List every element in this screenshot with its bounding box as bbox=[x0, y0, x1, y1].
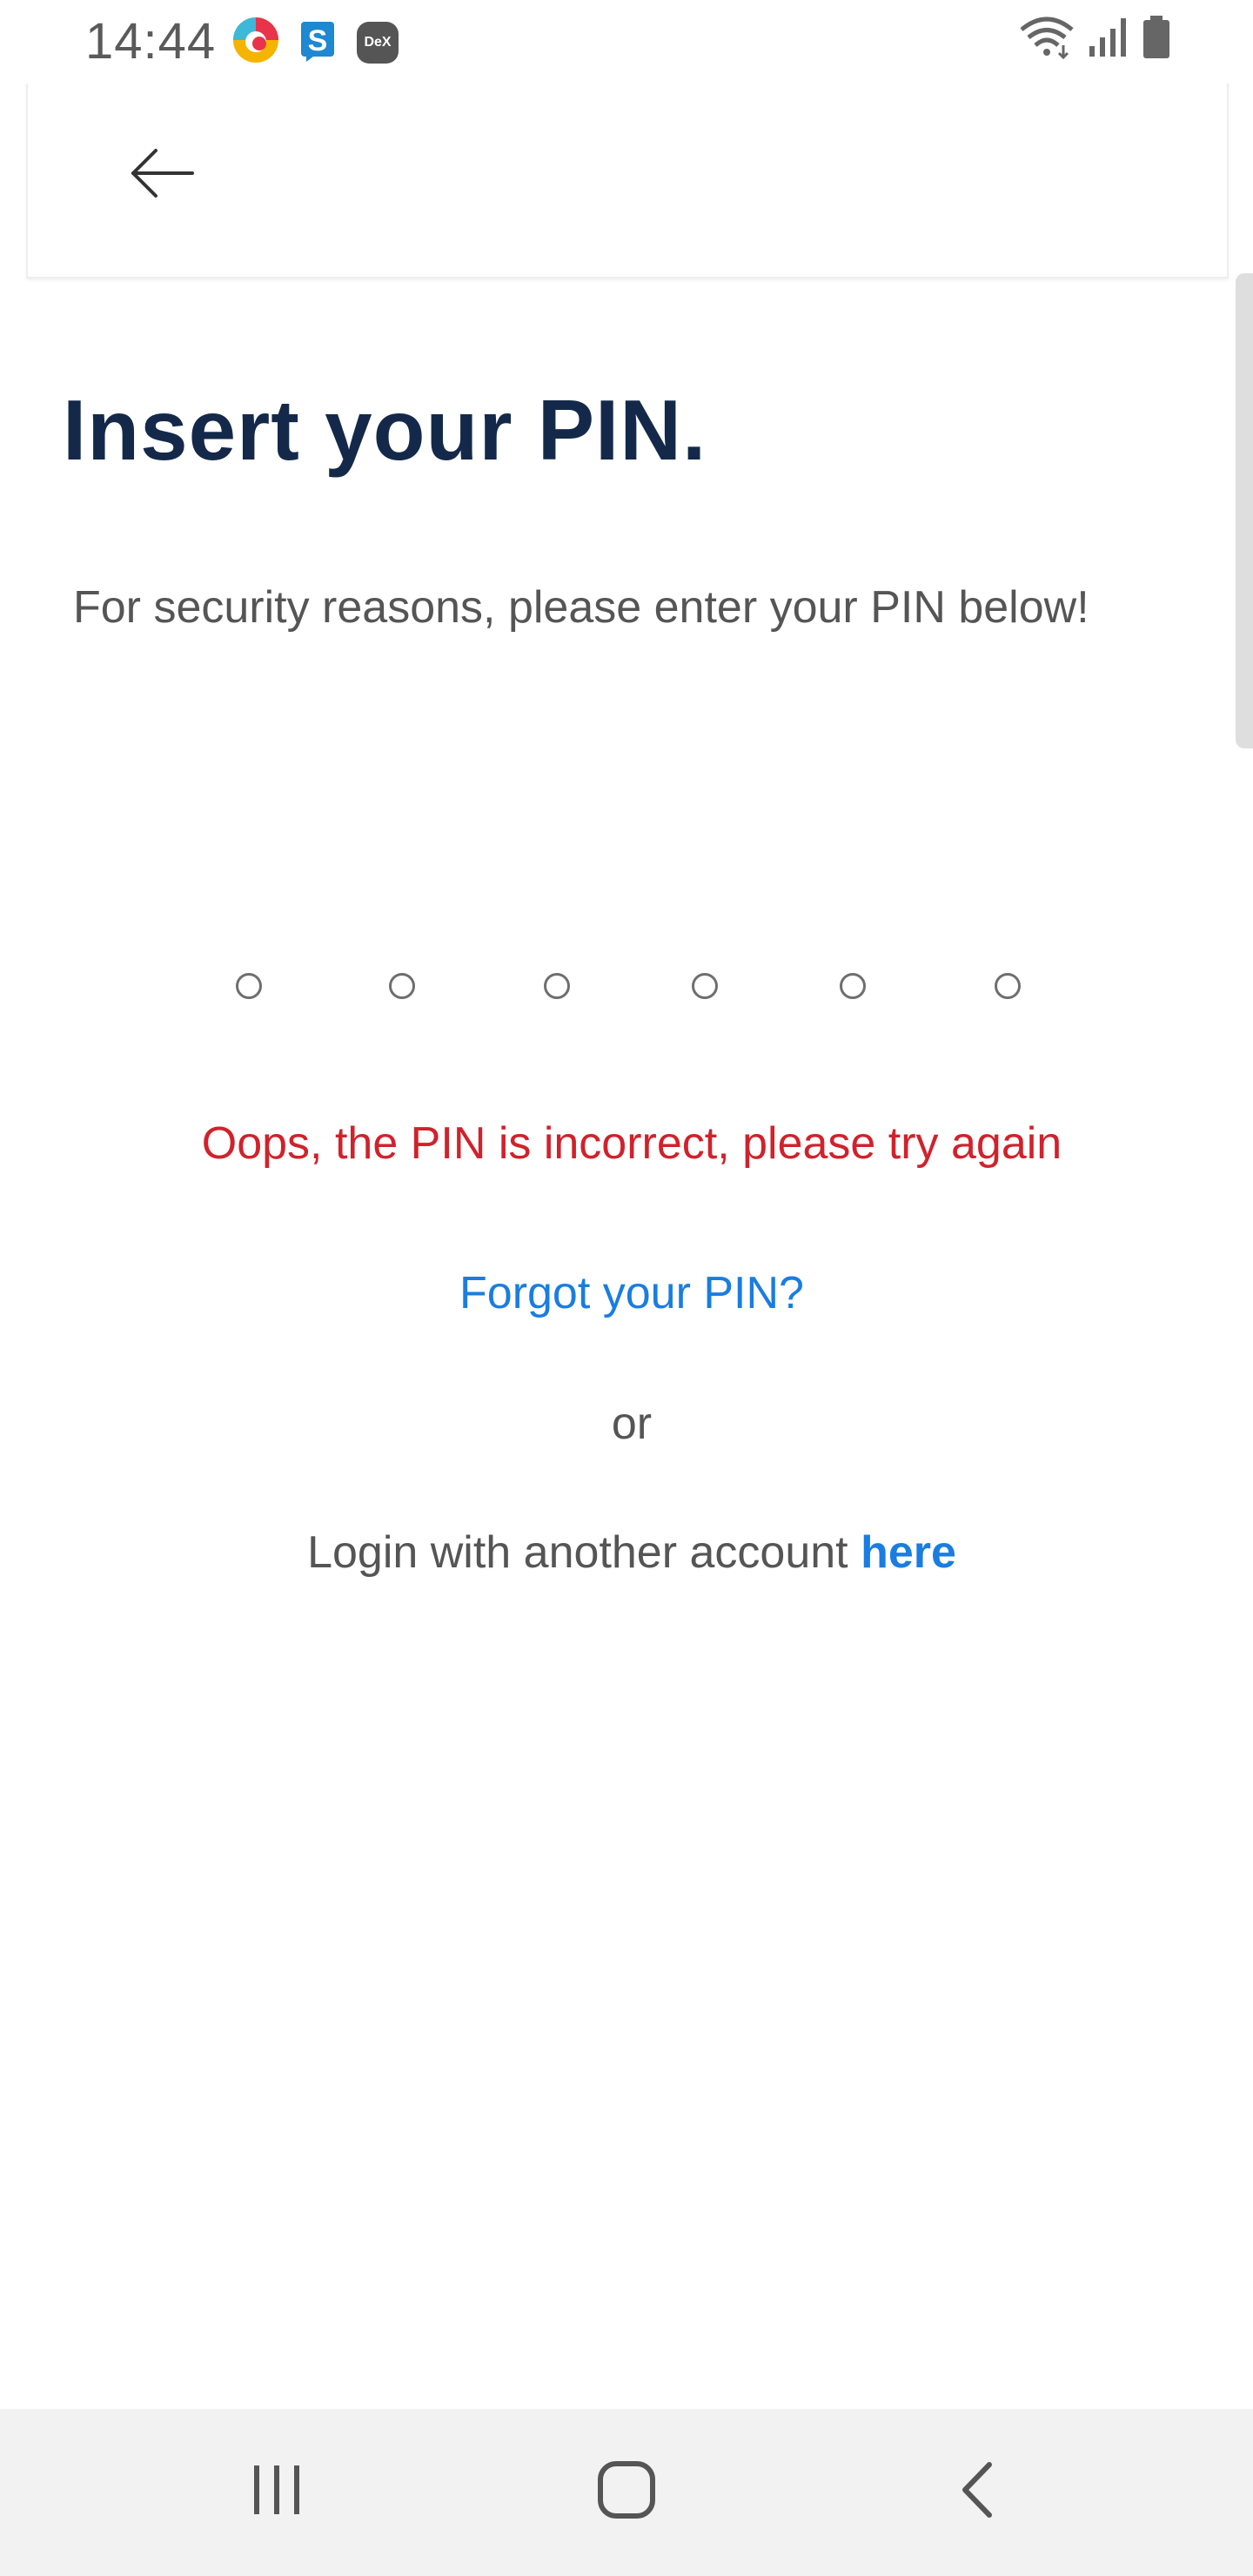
home-icon bbox=[596, 2459, 657, 2525]
pin-dot bbox=[236, 973, 262, 999]
signal-icon bbox=[1088, 17, 1129, 63]
pin-dot bbox=[692, 973, 718, 999]
notification-icons: S DeX bbox=[231, 16, 399, 69]
login-prefix: Login with another account bbox=[307, 1527, 848, 1578]
status-bar: 14:44 S DeX bbox=[0, 0, 1253, 84]
pin-dot bbox=[840, 973, 866, 999]
home-button[interactable] bbox=[574, 2444, 679, 2539]
or-separator: or bbox=[611, 1399, 653, 1449]
scrollbar[interactable] bbox=[1236, 273, 1253, 748]
screen: 14:44 S DeX Insert your PIN. For securit… bbox=[0, 0, 1253, 2576]
page-title: Insert your PIN. bbox=[63, 382, 707, 478]
recent-apps-icon bbox=[249, 2462, 305, 2522]
dex-icon: DeX bbox=[357, 21, 399, 64]
s-app-icon: S bbox=[299, 18, 338, 66]
navigation-bar bbox=[0, 2409, 1253, 2576]
subtitle: For security reasons, please enter your … bbox=[73, 582, 1089, 633]
error-message: Oops, the PIN is incorrect, please try a… bbox=[201, 1118, 1062, 1169]
color-swirl-app-icon bbox=[231, 16, 280, 69]
pin-dot bbox=[995, 973, 1021, 999]
status-time: 14:44 bbox=[85, 13, 217, 70]
back-button[interactable] bbox=[115, 136, 211, 214]
app-bar bbox=[26, 84, 1229, 278]
login-another-account: Login with another account here bbox=[0, 1526, 1253, 1579]
recent-apps-button[interactable] bbox=[224, 2444, 329, 2539]
arrow-left-icon bbox=[130, 147, 196, 204]
battery-icon bbox=[1142, 16, 1171, 64]
pin-dot bbox=[544, 973, 570, 999]
back-nav-button[interactable] bbox=[924, 2444, 1029, 2539]
wifi-icon bbox=[1018, 16, 1075, 64]
login-here-link[interactable]: here bbox=[861, 1527, 956, 1578]
chevron-left-icon bbox=[955, 2459, 998, 2525]
dex-label: DeX bbox=[364, 34, 392, 50]
pin-dot bbox=[389, 973, 415, 999]
svg-text:S: S bbox=[308, 24, 328, 57]
pin-input[interactable] bbox=[0, 957, 1253, 1018]
system-icons bbox=[1018, 16, 1171, 64]
forgot-pin-link[interactable]: Forgot your PIN? bbox=[0, 1267, 1253, 1319]
